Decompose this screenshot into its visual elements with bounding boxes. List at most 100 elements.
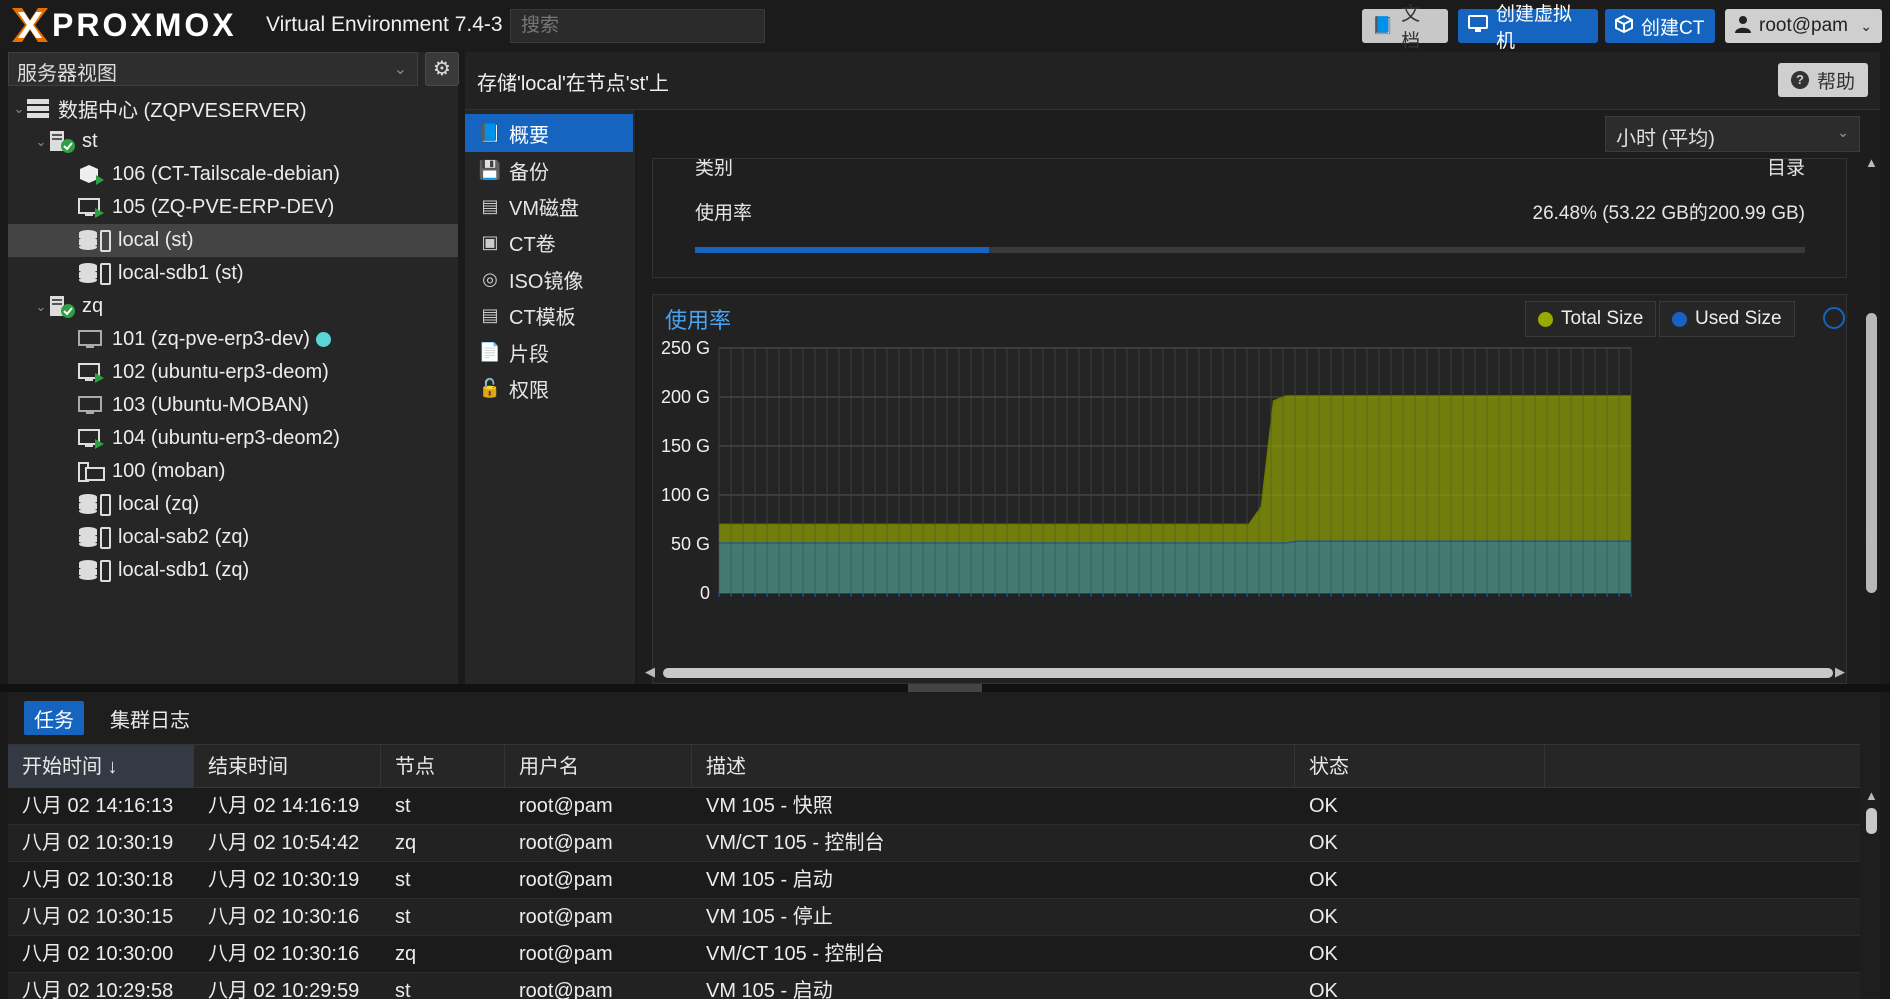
column-header[interactable]: 结束时间 bbox=[194, 745, 381, 789]
table-cell: 八月 02 10:30:15 bbox=[22, 906, 174, 928]
chart-horizontal-scrollbar[interactable]: ◀ ▶ bbox=[645, 664, 1845, 681]
book-icon: 📘 bbox=[478, 122, 502, 143]
tree-item-label: 数据中心 (ZQPVESERVER) bbox=[58, 100, 307, 122]
scroll-thumb[interactable] bbox=[1866, 808, 1877, 834]
table-cell: 八月 02 10:30:19 bbox=[208, 869, 360, 891]
column-header[interactable]: 开始时间 ↓ bbox=[8, 745, 194, 789]
content-vertical-scrollbar[interactable]: ▲ ▼ bbox=[1863, 155, 1880, 665]
table-cell: 八月 02 10:30:18 bbox=[22, 869, 174, 891]
user-label: root@pam bbox=[1759, 15, 1848, 36]
usage-label: 使用率 bbox=[695, 203, 753, 224]
column-header[interactable]: 状态 bbox=[1295, 745, 1545, 789]
tree-item-label: 102 (ubuntu-erp3-deom) bbox=[112, 361, 329, 383]
usage-row: 使用率 26.48% (53.22 GB的200.99 GB) bbox=[695, 198, 1805, 225]
usage-progress-bar bbox=[695, 247, 1805, 253]
tree-item-datacenter[interactable]: ⌄ 数据中心 (ZQPVESERVER) bbox=[8, 92, 458, 125]
table-row[interactable]: 八月 02 10:30:15 八月 02 10:30:16 st root@pam VM… bbox=[8, 899, 1860, 936]
tree-item-storage[interactable]: local-sdb1 (st) bbox=[8, 257, 458, 290]
column-header[interactable]: 描述 bbox=[692, 745, 1295, 789]
tree-settings-button[interactable]: ⚙ bbox=[425, 52, 459, 86]
tree-item-label: 105 (ZQ-PVE-ERP-DEV) bbox=[112, 196, 335, 218]
nav-item-disc[interactable]: ◎ ISO镜像 bbox=[465, 261, 635, 298]
nav-item-unlock[interactable]: 🔓 权限 bbox=[465, 371, 635, 408]
table-cell: VM/CT 105 - 控制台 bbox=[706, 832, 885, 854]
tree-item-template[interactable]: 100 (moban) bbox=[8, 455, 458, 488]
disc-icon: ◎ bbox=[482, 268, 498, 289]
scroll-thumb[interactable] bbox=[1866, 313, 1877, 593]
tree-item-vm-running[interactable]: 102 (ubuntu-erp3-deom) bbox=[8, 356, 458, 389]
tree-item-label: st bbox=[82, 130, 98, 152]
legend-used-size[interactable]: Used Size bbox=[1659, 301, 1795, 337]
nav-item-ct-template[interactable]: ▤ CT模板 bbox=[465, 298, 635, 335]
table-cell: OK bbox=[1309, 832, 1338, 854]
nav-item-book[interactable]: 📘 概要 bbox=[465, 114, 633, 152]
chevron-down-icon[interactable]: ⌄ bbox=[12, 101, 26, 117]
docs-button[interactable]: 📘 文档 bbox=[1362, 4, 1448, 52]
scroll-right-icon[interactable]: ▶ bbox=[1835, 664, 1845, 680]
scroll-up-icon[interactable]: ▲ bbox=[1865, 155, 1878, 170]
y-tick-label: 250 G bbox=[661, 338, 710, 358]
legend-toggle-button[interactable] bbox=[1823, 307, 1845, 329]
chevron-down-icon[interactable]: ⌄ bbox=[34, 299, 48, 315]
table-row[interactable]: 八月 02 10:30:19 八月 02 10:54:42 zq root@pam VM… bbox=[8, 825, 1860, 862]
search-input[interactable] bbox=[510, 9, 765, 43]
panel-splitter[interactable] bbox=[0, 684, 1890, 692]
scroll-thumb[interactable] bbox=[663, 668, 1833, 678]
tree-item-storage[interactable]: local (zq) bbox=[8, 488, 458, 521]
timeframe-select[interactable]: 小时 (平均) ⌄ bbox=[1605, 116, 1860, 152]
user-menu-button[interactable]: root@pam ⌄ bbox=[1725, 9, 1882, 43]
tree-item-node[interactable]: ⌄ st bbox=[8, 125, 458, 158]
tree-item-vm-stopped[interactable]: 101 (zq-pve-erp3-dev) bbox=[8, 323, 458, 356]
book-icon: 📘 bbox=[1372, 16, 1394, 35]
timeframe-label: 小时 (平均) bbox=[1616, 128, 1715, 150]
table-cell: root@pam bbox=[519, 943, 613, 965]
help-button[interactable]: ? 帮助 bbox=[1778, 63, 1868, 97]
splitter-grip[interactable] bbox=[908, 684, 982, 692]
table-cell: 八月 02 10:30:16 bbox=[208, 906, 360, 928]
nav-item-floppy[interactable]: 💾 备份 bbox=[465, 152, 635, 188]
table-row[interactable]: 八月 02 10:30:18 八月 02 10:30:19 st root@pam VM… bbox=[8, 862, 1860, 899]
docs-button-label: 文档 bbox=[1401, 4, 1421, 52]
create-ct-button[interactable]: 创建CT bbox=[1605, 9, 1715, 43]
tree-item-storage[interactable]: local-sdb1 (zq) bbox=[8, 554, 458, 587]
tab-tasks[interactable]: 任务 bbox=[24, 701, 84, 735]
ct-volume-icon: ▣ bbox=[481, 232, 499, 253]
tab-cluster-log[interactable]: 集群日志 bbox=[100, 701, 200, 735]
tree-item-storage[interactable]: local-sab2 (zq) bbox=[8, 521, 458, 554]
table-cell: 八月 02 14:16:13 bbox=[22, 795, 174, 817]
column-header[interactable]: 节点 bbox=[381, 745, 505, 789]
tree-item-vm-stopped[interactable]: 103 (Ubuntu-MOBAN) bbox=[8, 389, 458, 422]
tree-item-ct-running[interactable]: 106 (CT-Tailscale-debian) bbox=[8, 158, 458, 191]
scroll-left-icon[interactable]: ◀ bbox=[645, 664, 655, 680]
proxmox-logo[interactable]: PROXMOX bbox=[10, 6, 237, 44]
create-vm-label: 创建虚拟机 bbox=[1496, 4, 1573, 52]
server-view-select[interactable]: 服务器视图 ⌄ bbox=[8, 52, 418, 86]
nav-item-ct-volume[interactable]: ▣ CT卷 bbox=[465, 225, 635, 262]
table-cell: VM/CT 105 - 控制台 bbox=[706, 943, 885, 965]
nav-item-snippet[interactable]: 📄 片段 bbox=[465, 334, 635, 371]
table-row[interactable]: 八月 02 14:16:13 八月 02 14:16:19 st root@pam VM… bbox=[8, 788, 1860, 825]
scroll-down-icon[interactable]: ▼ bbox=[1865, 531, 1878, 546]
tree-item-label: local-sdb1 (st) bbox=[118, 262, 244, 284]
vm-running-icon bbox=[78, 427, 106, 451]
monitor-icon bbox=[1468, 14, 1488, 38]
legend-total-size[interactable]: Total Size bbox=[1525, 301, 1657, 337]
nav-item-hdd[interactable]: ▤ VM磁盘 bbox=[465, 188, 635, 225]
storage-status-box: 类别 目录 使用率 26.48% (53.22 GB的200.99 GB) bbox=[652, 158, 1847, 278]
table-cell: VM 105 - 停止 bbox=[706, 906, 833, 928]
chevron-down-icon[interactable]: ⌄ bbox=[34, 134, 48, 150]
tree-item-node[interactable]: ⌄ zq bbox=[8, 290, 458, 323]
column-header[interactable]: 用户名 bbox=[505, 745, 692, 789]
container-running-icon bbox=[78, 163, 106, 187]
usage-value: 26.48% (53.22 GB的200.99 GB) bbox=[1532, 203, 1806, 224]
create-vm-button[interactable]: 创建虚拟机 bbox=[1458, 4, 1598, 52]
tree-item-label: 106 (CT-Tailscale-debian) bbox=[112, 163, 340, 185]
tree-item-vm-running[interactable]: 104 (ubuntu-erp3-deom2) bbox=[8, 422, 458, 455]
tree-item-vm-running[interactable]: 105 (ZQ-PVE-ERP-DEV) bbox=[8, 191, 458, 224]
legend-total-label: Total Size bbox=[1561, 308, 1644, 329]
log-vertical-scrollbar[interactable]: ▲ bbox=[1863, 788, 1880, 999]
table-row[interactable]: 八月 02 10:30:00 八月 02 10:30:16 zq root@pam VM… bbox=[8, 936, 1860, 973]
tree-item-storage[interactable]: local (st) bbox=[8, 224, 458, 257]
table-row[interactable]: 八月 02 10:29:58 八月 02 10:29:59 st root@pam VM… bbox=[8, 973, 1860, 999]
scroll-up-icon[interactable]: ▲ bbox=[1865, 788, 1878, 803]
